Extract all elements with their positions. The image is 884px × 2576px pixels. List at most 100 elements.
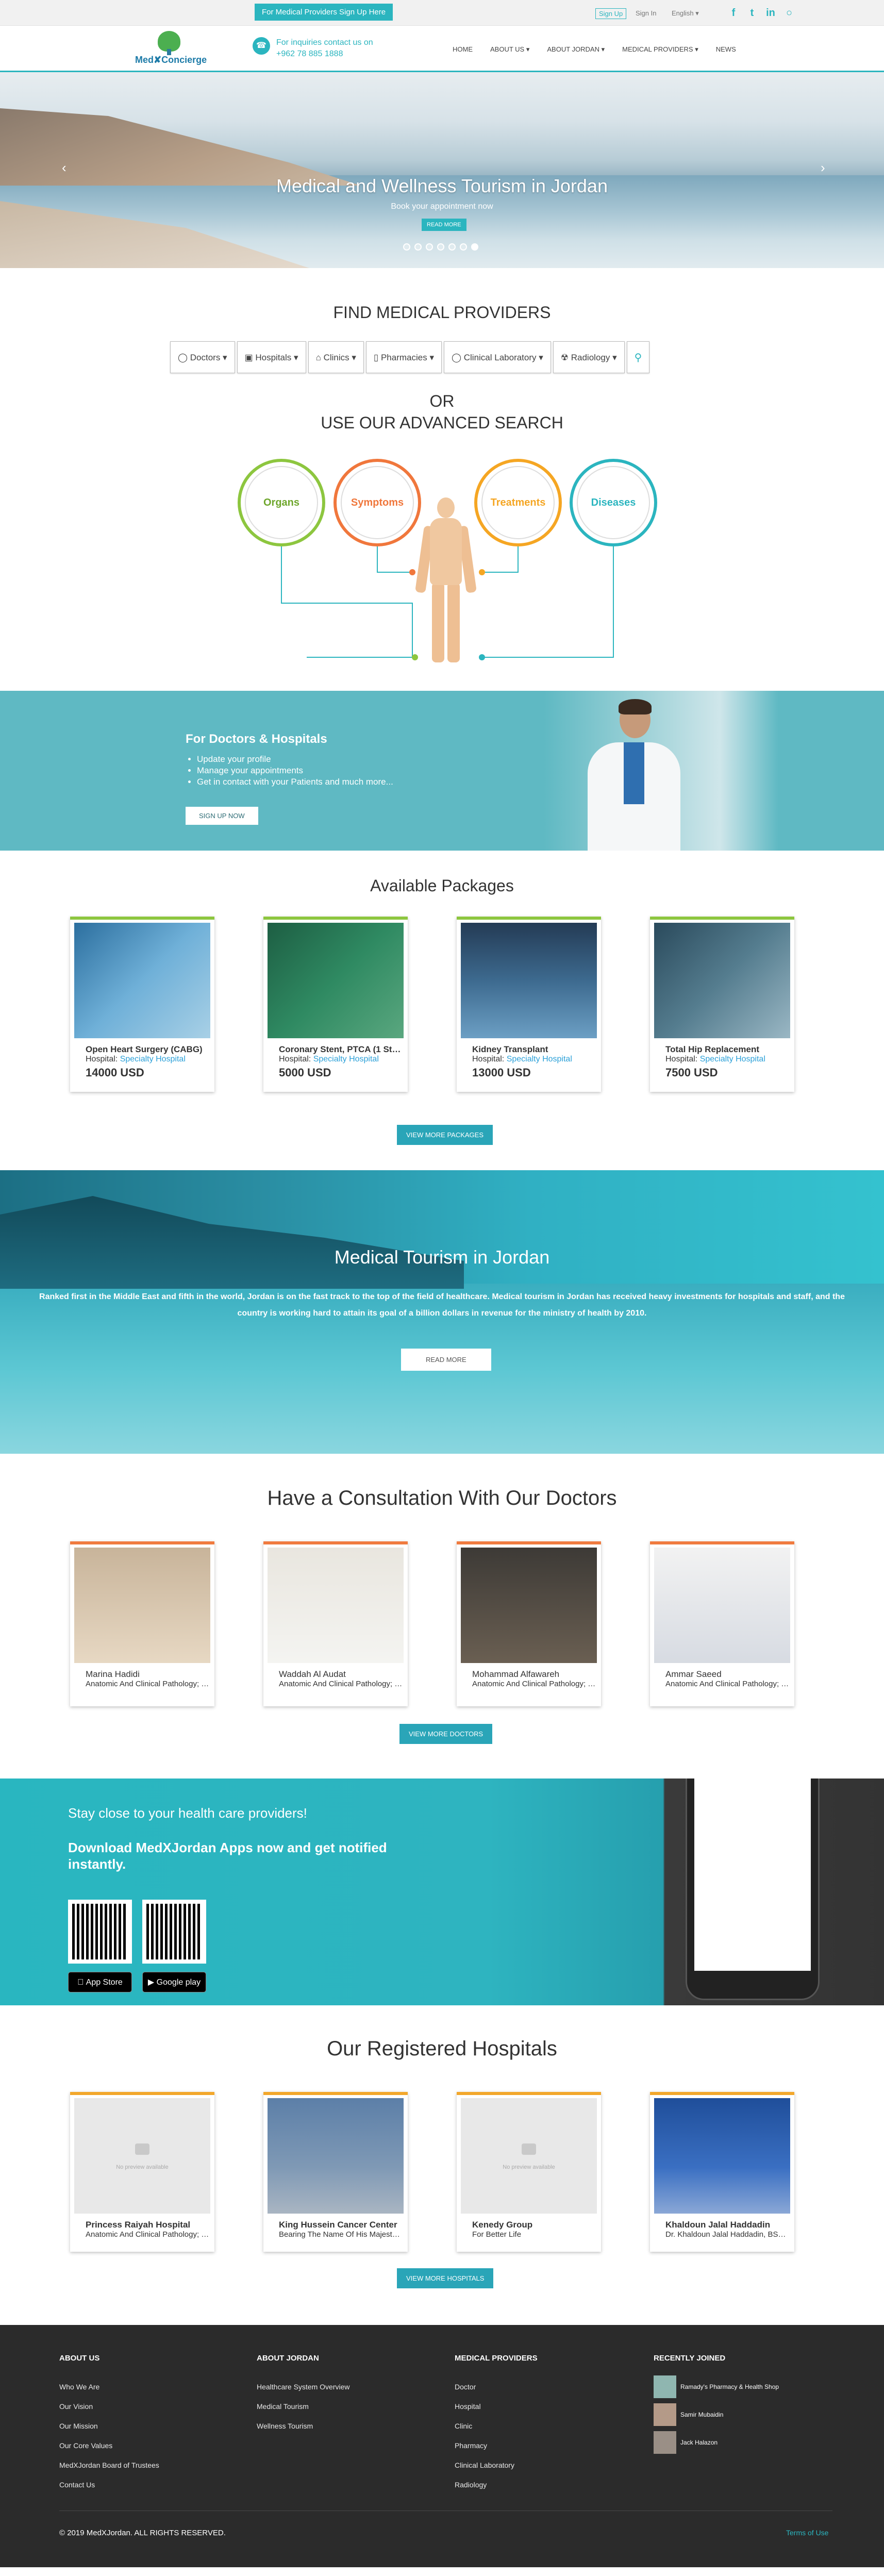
doctor-photo — [461, 1548, 597, 1663]
package-card[interactable]: Open Heart Surgery (CABG) Hospital: Spec… — [70, 917, 214, 1092]
signup-button[interactable]: Sign Up — [595, 8, 627, 19]
package-card[interactable]: Total Hip Replacement Hospital: Specialt… — [650, 917, 794, 1092]
slide-dot[interactable] — [448, 243, 456, 251]
avatar — [654, 2431, 676, 2454]
apps-section: Stay close to your health care providers… — [0, 1779, 884, 2005]
slide-dot[interactable] — [414, 243, 422, 251]
tourism-title: Medical Tourism in Jordan — [334, 1247, 550, 1268]
contact-phone[interactable]: +962 78 885 1888 — [276, 48, 373, 60]
instagram-icon[interactable]: ○ — [782, 6, 796, 20]
view-more-hospitals-button[interactable]: VIEW MORE HOSPITALS — [397, 2268, 494, 2288]
medical-tourism-section: Medical Tourism in Jordan Ranked first i… — [0, 1170, 884, 1454]
consult-title: Have a Consultation With Our Doctors — [267, 1487, 617, 1509]
prev-slide-icon[interactable]: ‹ — [62, 160, 66, 176]
contact-label: For inquiries contact us on — [276, 38, 373, 47]
hospital-card[interactable]: No preview available Princess Raiyah Hos… — [70, 2092, 214, 2252]
band-points: Update your profile Manage your appointm… — [197, 754, 393, 788]
tourism-read-more-button[interactable]: READ MORE — [401, 1349, 491, 1371]
footer-about-jordan: ABOUT JORDAN Healthcare System Overview … — [257, 2354, 350, 2430]
terms-link[interactable]: Terms of Use — [786, 2529, 828, 2537]
apps-download-text: Download MedXJordan Apps now and get not… — [68, 1840, 387, 1872]
slider-dots — [403, 243, 478, 251]
avatar — [654, 2375, 676, 2398]
hospital-image — [268, 2098, 404, 2214]
doctor-card[interactable]: Waddah Al Audat Anatomic And Clinical Pa… — [263, 1541, 408, 1706]
slide-dot[interactable] — [460, 243, 467, 251]
find-providers-section: FIND MEDICAL PROVIDERS ◯ Doctors ▾ ▣ Hos… — [0, 268, 884, 691]
camera-icon — [522, 2143, 536, 2155]
footer-medical-providers: MEDICAL PROVIDERS Doctor Hospital Clinic… — [455, 2354, 538, 2489]
slide-dot-active[interactable] — [471, 243, 478, 251]
nav-about-jordan[interactable]: ABOUT JORDAN ▾ — [547, 45, 605, 54]
twitter-icon[interactable]: t — [745, 6, 759, 20]
contact-info: ☎ For inquiries contact us on +962 78 88… — [253, 37, 373, 60]
package-image — [654, 923, 790, 1038]
hospital-card[interactable]: King Hussein Cancer Center Bearing The N… — [263, 2092, 408, 2252]
slide-dot[interactable] — [403, 243, 410, 251]
apps-tagline: Stay close to your health care providers… — [68, 1805, 307, 1821]
organs-circle[interactable]: Organs — [238, 459, 325, 546]
view-more-packages-button[interactable]: VIEW MORE PACKAGES — [397, 1125, 493, 1145]
site-logo[interactable]: Med✘Concierge — [135, 31, 207, 67]
doctor-card[interactable]: Marina Hadidi Anatomic And Clinical Path… — [70, 1541, 214, 1706]
site-footer: ABOUT US Who We Are Our Vision Our Missi… — [0, 2325, 884, 2567]
facebook-icon[interactable]: f — [727, 6, 740, 20]
package-card[interactable]: Kidney Transplant Hospital: Specialty Ho… — [457, 917, 601, 1092]
hospitals-title: Our Registered Hospitals — [327, 2037, 557, 2060]
next-slide-icon[interactable]: › — [821, 160, 825, 176]
slide-dot[interactable] — [426, 243, 433, 251]
logo-text: Med✘Concierge — [135, 55, 207, 65]
app-store-button[interactable]:  App Store — [68, 1972, 132, 1992]
language-select[interactable]: English ▾ — [672, 9, 699, 18]
footer-about-us: ABOUT US Who We Are Our Vision Our Missi… — [59, 2354, 159, 2489]
copyright: © 2019 MedXJordan. ALL RIGHTS RESERVED. — [59, 2529, 226, 2537]
view-more-doctors-button[interactable]: VIEW MORE DOCTORS — [399, 1724, 493, 1744]
avatar — [654, 2403, 676, 2426]
google-play-button[interactable]: ▶ Google play — [142, 1972, 206, 1992]
symptoms-circle[interactable]: Symptoms — [333, 459, 421, 546]
social-links: f t in ○ — [727, 6, 796, 20]
signin-link[interactable]: Sign In — [636, 9, 656, 17]
tourism-text: Ranked first in the Middle East and fift… — [39, 1292, 845, 1318]
nav-news[interactable]: NEWS — [716, 45, 736, 54]
ios-qr-code — [68, 1900, 132, 1964]
diseases-circle[interactable]: Diseases — [570, 459, 657, 546]
doctors-hospitals-band: For Doctors & Hospitals Update your prof… — [0, 691, 884, 851]
package-card[interactable]: Coronary Stent, PTCA (1 Stent) Hospital:… — [263, 917, 408, 1092]
hospital-image-placeholder: No preview available — [461, 2098, 597, 2214]
sign-up-now-button[interactable]: SIGN UP NOW — [186, 807, 258, 825]
nav-about-us[interactable]: ABOUT US ▾ — [490, 45, 529, 54]
main-nav: HOME ABOUT US ▾ ABOUT JORDAN ▾ MEDICAL P… — [453, 45, 736, 54]
hero-slider: ‹ › Medical and Wellness Tourism in Jord… — [0, 72, 884, 268]
recent-item[interactable]: Ramady's Pharmacy & Health Shop — [654, 2373, 779, 2401]
camera-icon — [135, 2143, 149, 2155]
package-image — [74, 923, 210, 1038]
doctor-card[interactable]: Ammar Saeed Anatomic And Clinical Pathol… — [650, 1541, 794, 1706]
recent-item[interactable]: Jack Halazon — [654, 2429, 779, 2456]
doctor-photo — [268, 1548, 404, 1663]
nav-medical-providers[interactable]: MEDICAL PROVIDERS ▾ — [622, 45, 698, 54]
treatments-circle[interactable]: Treatments — [474, 459, 562, 546]
nav-home[interactable]: HOME — [453, 45, 473, 54]
phone-screen — [694, 1779, 811, 1971]
recent-item[interactable]: Samir Mubaidin — [654, 2401, 779, 2429]
hero-read-more-button[interactable]: READ MORE — [422, 219, 466, 231]
android-qr-code — [142, 1900, 206, 1964]
hospitals-section: Our Registered Hospitals No preview avai… — [0, 2005, 884, 2325]
human-body-figure[interactable] — [415, 497, 477, 662]
linkedin-icon[interactable]: in — [764, 6, 777, 20]
hero-subtitle: Book your appointment now — [391, 202, 493, 211]
provider-signup-banner[interactable]: For Medical Providers Sign Up Here — [255, 4, 393, 21]
doctor-photo — [654, 1548, 790, 1663]
doctor-card[interactable]: Mohammad Alfawareh Anatomic And Clinical… — [457, 1541, 601, 1706]
site-header: Med✘Concierge ☎ For inquiries contact us… — [0, 26, 884, 72]
package-image — [461, 923, 597, 1038]
hospital-card[interactable]: No preview available Kenedy Group For Be… — [457, 2092, 601, 2252]
hospital-card[interactable]: Khaldoun Jalal Haddadin Dr. Khaldoun Jal… — [650, 2092, 794, 2252]
logo-tree-icon — [158, 31, 180, 52]
top-bar: For Medical Providers Sign Up Here Sign … — [0, 0, 884, 26]
consultation-section: Have a Consultation With Our Doctors Mar… — [0, 1454, 884, 1779]
hero-title: Medical and Wellness Tourism in Jordan — [276, 175, 608, 196]
slide-dot[interactable] — [437, 243, 444, 251]
doctor-photo — [74, 1548, 210, 1663]
